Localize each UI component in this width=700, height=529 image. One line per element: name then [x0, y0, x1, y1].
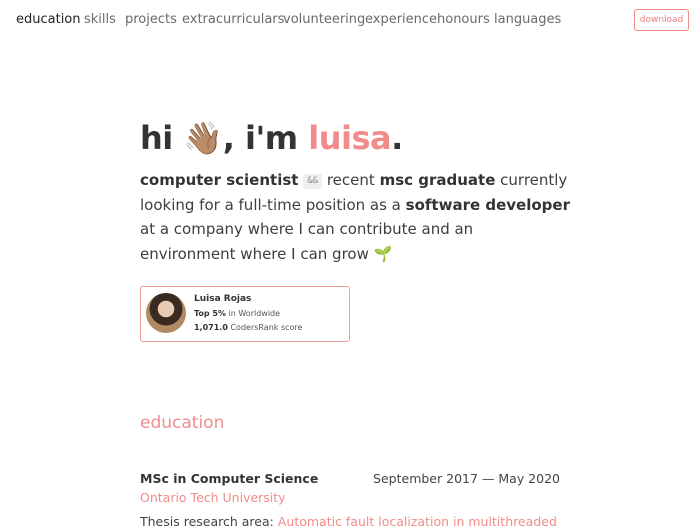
intro-position: software developer: [405, 195, 570, 214]
hero-greeting: hi: [140, 119, 173, 157]
hero-period: .: [391, 119, 403, 157]
hero-im: , i'm: [222, 119, 309, 157]
degree-title: MSc in Computer Science: [140, 471, 319, 486]
wave-emoji-icon: 👋🏽: [183, 119, 223, 157]
intro-role: computer scientist: [140, 171, 299, 189]
download-button[interactable]: download: [634, 9, 689, 31]
nav-projects[interactable]: projects: [125, 12, 177, 28]
intro-recent: recent: [326, 171, 375, 189]
seedling-emoji-icon: 🌱: [373, 244, 393, 263]
card-score-suffix: CodersRank score: [230, 323, 303, 332]
intro-text: computer scientist && recent msc graduat…: [140, 168, 570, 266]
avatar: [146, 293, 186, 333]
degree-dates: September 2017 — May 2020: [373, 471, 560, 486]
nav-volunteering[interactable]: volunteering: [283, 12, 365, 28]
hero-name: luisa: [308, 119, 392, 157]
nav-education[interactable]: education: [16, 12, 81, 28]
school-name: Ontario Tech University: [140, 490, 286, 505]
card-rank: Top 5%: [194, 309, 226, 318]
nav-honours[interactable]: honours: [437, 12, 490, 28]
card-score: 1,071.0: [194, 323, 228, 332]
codersrank-card[interactable]: Luisa Rojas Top 5% in Worldwide 1,071.0 …: [140, 286, 350, 342]
nav-experience[interactable]: experience: [365, 12, 437, 28]
card-score-line: 1,071.0 CodersRank score: [194, 323, 302, 332]
intro-rest: at a company where I can contribute and …: [140, 220, 474, 263]
card-name: Luisa Rojas: [194, 294, 252, 304]
nav-skills[interactable]: skills: [84, 12, 116, 28]
thesis-label: Thesis research area:: [140, 514, 274, 529]
nav-languages[interactable]: languages: [494, 12, 561, 28]
intro-degree: msc graduate: [379, 171, 496, 189]
card-rank-line: Top 5% in Worldwide: [194, 309, 280, 318]
hero-title: hi 👋🏽, i'm luisa.: [140, 116, 403, 160]
card-rank-suffix: in Worldwide: [228, 309, 281, 318]
education-section-title: education: [140, 413, 225, 433]
thesis-line: Thesis research area: Automatic fault lo…: [140, 514, 557, 529]
top-nav: education skills projects extracurricula…: [0, 0, 700, 40]
thesis-link[interactable]: Automatic fault localization in multithr…: [278, 514, 557, 529]
nav-extracurriculars[interactable]: extracurriculars: [182, 12, 284, 28]
amp-badge: &&: [303, 174, 323, 189]
